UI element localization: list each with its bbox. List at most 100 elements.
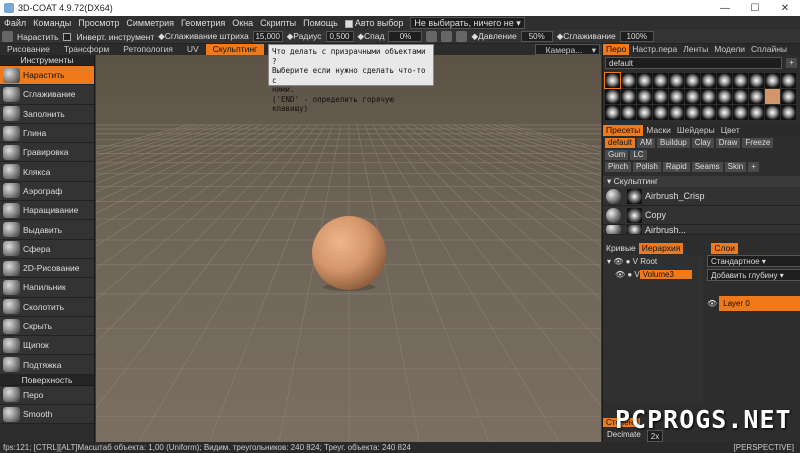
brush-mode-icon[interactable]: [456, 31, 468, 42]
add-brush-set-button[interactable]: +: [786, 58, 797, 68]
tab-splines[interactable]: Сплайны: [748, 44, 790, 55]
tool-blob[interactable]: Клякса: [0, 162, 94, 182]
brush-alpha-icon[interactable]: [653, 105, 668, 120]
layer-eye-icon[interactable]: 👁: [707, 299, 717, 308]
tab-shaders[interactable]: Шейдеры: [674, 125, 718, 136]
layer-row[interactable]: 👁 Layer 0: [707, 296, 800, 311]
tool-clay[interactable]: Глина: [0, 123, 94, 144]
menu-scripts[interactable]: Скрипты: [260, 18, 296, 28]
brush-alpha-icon[interactable]: [765, 73, 780, 88]
add-preset-button[interactable]: +: [748, 162, 759, 172]
tab-transform[interactable]: Трансформ: [57, 44, 116, 55]
tools-section-header[interactable]: Инструменты: [0, 55, 94, 66]
chip-freeze[interactable]: Freeze: [742, 138, 774, 148]
eye-icon[interactable]: 👁: [613, 257, 623, 266]
chip-polish[interactable]: Polish: [633, 162, 661, 172]
select-mode-dropdown[interactable]: Не выбирать, ничего не ▾: [410, 17, 525, 29]
close-icon[interactable]: ✕: [770, 0, 800, 16]
tab-curves[interactable]: Кривые: [603, 243, 639, 254]
chip-am[interactable]: AM: [637, 138, 656, 148]
tab-presets[interactable]: Пресеты: [603, 125, 644, 136]
chip-rapid[interactable]: Rapid: [662, 162, 690, 172]
brush-alpha-icon[interactable]: [637, 105, 652, 120]
menu-symmetry[interactable]: Симметрия: [126, 18, 174, 28]
brush-alpha-icon[interactable]: [685, 105, 700, 120]
brush-alpha-icon[interactable]: [733, 105, 748, 120]
brush-alpha-icon[interactable]: [669, 89, 684, 104]
preset-copy[interactable]: Copy: [603, 206, 800, 225]
auto-select-checkbox[interactable]: [344, 19, 353, 28]
brush-alpha-icon[interactable]: [717, 73, 732, 88]
symmetry-icon[interactable]: [441, 31, 453, 42]
brush-alpha-icon[interactable]: [637, 73, 652, 88]
brush-alpha-icon[interactable]: [749, 105, 764, 120]
brush-alpha-icon[interactable]: [765, 89, 780, 104]
brush-alpha-icon[interactable]: [717, 89, 732, 104]
invert-checkbox[interactable]: [62, 32, 71, 41]
tool-fill[interactable]: Заполнить: [0, 104, 94, 124]
tab-strips[interactable]: Ленты: [680, 44, 711, 55]
tool-pull[interactable]: Подтяжка: [0, 355, 94, 375]
tab-masks[interactable]: Маски: [643, 125, 674, 136]
chip-seams[interactable]: Seams: [691, 162, 723, 172]
menu-file[interactable]: Файл: [4, 18, 26, 28]
brush-alpha-icon[interactable]: [653, 89, 668, 104]
camera-dropdown[interactable]: Камера... ▾: [534, 44, 600, 55]
tool-pinch[interactable]: Щипок: [0, 336, 94, 356]
tab-models[interactable]: Модели: [711, 44, 748, 55]
preset-airbrush[interactable]: Airbrush...: [603, 225, 800, 235]
sculpt-group-header[interactable]: ▾ Скульптинг: [603, 176, 800, 187]
brush-alpha-icon[interactable]: [621, 73, 636, 88]
brush-alpha-icon[interactable]: [733, 89, 748, 104]
tool-surface-smooth[interactable]: Smooth: [0, 405, 94, 425]
tool-pen[interactable]: Перо: [0, 385, 94, 406]
tool-2d-paint[interactable]: 2D-Рисование: [0, 258, 94, 279]
brush-alpha-icon[interactable]: [717, 105, 732, 120]
tool-buildup[interactable]: Нарастить: [0, 66, 94, 86]
tree-volume[interactable]: 👁 ● V Volume3: [603, 268, 703, 281]
menu-windows[interactable]: Окна: [232, 18, 253, 28]
brush-alpha-icon[interactable]: [781, 73, 796, 88]
tab-color[interactable]: Цвет: [718, 125, 743, 136]
tool-sphere[interactable]: Сфера: [0, 239, 94, 259]
brush-alpha-icon[interactable]: [653, 73, 668, 88]
tab-brush-options[interactable]: Настр.пера: [629, 44, 680, 55]
brush-alpha-icon[interactable]: [781, 89, 796, 104]
brush-alpha-icon[interactable]: [701, 89, 716, 104]
tab-hierarchy[interactable]: Иерархия: [638, 243, 684, 254]
chip-draw[interactable]: Draw: [715, 138, 741, 148]
chip-default[interactable]: default: [605, 138, 636, 148]
brush-alpha-icon[interactable]: [765, 105, 780, 120]
tool-airbrush[interactable]: Аэрограф: [0, 181, 94, 202]
brush-alpha-icon[interactable]: [669, 73, 684, 88]
blend-mode-dropdown[interactable]: Стандартное ▾: [707, 255, 800, 267]
chip-lc[interactable]: LC: [630, 150, 647, 160]
menu-view[interactable]: Просмотр: [78, 18, 119, 28]
tab-uv[interactable]: UV: [180, 44, 206, 55]
eye-icon[interactable]: 👁: [615, 270, 625, 279]
menu-geometry[interactable]: Геометрия: [181, 18, 225, 28]
pressure-input[interactable]: 50%: [520, 31, 553, 42]
tool-chisel[interactable]: Сколотить: [0, 297, 94, 317]
tool-engrave[interactable]: Гравировка: [0, 143, 94, 163]
brush-alpha-icon[interactable]: [685, 73, 700, 88]
brush-alpha-icon[interactable]: [637, 89, 652, 104]
brush-set-dropdown[interactable]: default: [605, 57, 783, 69]
tab-layers[interactable]: Слои: [711, 243, 738, 254]
tab-sculpt[interactable]: Скульптинг: [205, 44, 265, 55]
brush-alpha-icon[interactable]: [621, 89, 636, 104]
tool-build[interactable]: Наращивание: [0, 201, 94, 221]
tab-retopo[interactable]: Ретопология: [116, 44, 180, 55]
brush-alpha-icon[interactable]: [605, 105, 620, 120]
brush-alpha-icon[interactable]: [701, 105, 716, 120]
tool-file[interactable]: Напильник: [0, 278, 94, 298]
brush-alpha-icon[interactable]: [604, 72, 621, 89]
maximize-icon[interactable]: ☐: [740, 0, 770, 16]
tab-brush[interactable]: Перо: [603, 44, 630, 55]
auto-select-toggle[interactable]: Авто выбор: [344, 18, 403, 28]
chip-buildup[interactable]: Buildup: [657, 138, 690, 148]
tool-hide[interactable]: Скрыть: [0, 316, 94, 337]
brush-alpha-icon[interactable]: [733, 73, 748, 88]
sculpt-sphere[interactable]: [312, 216, 386, 290]
menu-commands[interactable]: Команды: [33, 18, 71, 28]
